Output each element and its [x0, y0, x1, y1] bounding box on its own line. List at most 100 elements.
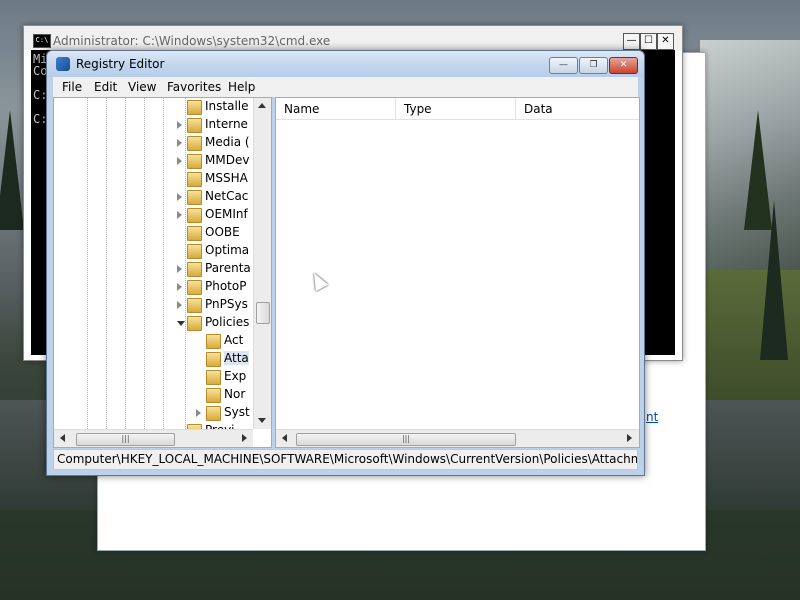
- cmd-maximize-button[interactable]: ☐: [640, 33, 657, 50]
- menu-file[interactable]: File: [62, 80, 82, 94]
- tree-node[interactable]: Policies: [54, 314, 253, 332]
- tree-node-label: Optima: [205, 243, 250, 257]
- scroll-down-arrow-icon[interactable]: [258, 418, 266, 423]
- scroll-up-arrow-icon[interactable]: [258, 103, 266, 108]
- folder-icon: [206, 370, 221, 385]
- tree-collapsed-arrow-icon[interactable]: [177, 283, 182, 291]
- folder-icon: [187, 118, 202, 133]
- regedit-titlebar[interactable]: Registry Editor — ❐ ✕: [47, 51, 644, 77]
- folder-icon: [187, 190, 202, 205]
- regedit-app-icon: [56, 57, 70, 71]
- tree-node[interactable]: Optima: [54, 242, 253, 260]
- tree-node[interactable]: Syst: [54, 404, 253, 422]
- scroll-left-arrow-icon[interactable]: [282, 434, 287, 442]
- scroll-left-arrow-icon[interactable]: [60, 434, 65, 442]
- tree-node[interactable]: Nor: [54, 386, 253, 404]
- values-horizontal-scrollbar[interactable]: |||: [276, 429, 639, 447]
- dialog-link[interactable]: nt: [646, 410, 658, 424]
- tree-vertical-scroll-thumb[interactable]: [256, 302, 270, 324]
- column-header-type[interactable]: Type: [396, 98, 516, 120]
- folder-icon: [187, 208, 202, 223]
- tree-expanded-arrow-icon[interactable]: [177, 321, 185, 326]
- tree-collapsed-arrow-icon[interactable]: [177, 211, 182, 219]
- tree-node[interactable]: NetCac: [54, 188, 253, 206]
- background-tree: [760, 200, 788, 360]
- background-tree: [0, 110, 24, 230]
- tree-node[interactable]: OOBE: [54, 224, 253, 242]
- regedit-maximize-button[interactable]: ❐: [579, 57, 608, 74]
- tree-collapsed-arrow-icon[interactable]: [196, 409, 201, 417]
- menu-view[interactable]: View: [128, 80, 156, 94]
- tree-node[interactable]: Parenta: [54, 260, 253, 278]
- tree-node-label: Interne: [205, 117, 248, 131]
- tree-horizontal-scrollbar[interactable]: |||: [54, 429, 253, 447]
- cmd-close-button[interactable]: ✕: [657, 33, 674, 50]
- tree-node[interactable]: Atta: [54, 350, 253, 368]
- registry-tree-pane[interactable]: Installe Interne Media ( MMDev MSSHA NetCac OE…: [53, 97, 272, 448]
- tree-collapsed-arrow-icon[interactable]: [177, 157, 182, 165]
- folder-icon: [187, 262, 202, 277]
- tree-node-label: Media (: [205, 135, 250, 149]
- regedit-window-title: Registry Editor: [76, 57, 165, 71]
- status-bar-path: Computer\HKEY_LOCAL_MACHINE\SOFTWARE\Mic…: [53, 449, 638, 470]
- tree-node-label: Syst: [224, 405, 250, 419]
- tree-collapsed-arrow-icon[interactable]: [177, 301, 182, 309]
- folder-icon: [187, 172, 202, 187]
- folder-icon: [206, 388, 221, 403]
- cmd-app-icon: C:\: [33, 34, 51, 48]
- values-horizontal-scroll-thumb[interactable]: |||: [296, 433, 516, 446]
- menu-favorites[interactable]: Favorites: [167, 80, 221, 94]
- folder-icon: [187, 298, 202, 313]
- tree-node-label: Policies: [205, 315, 250, 329]
- tree-node-label: Parenta: [205, 261, 251, 275]
- tree-node-label: NetCac: [205, 189, 249, 203]
- folder-icon: [206, 406, 221, 421]
- menu-bar: File Edit View Favorites Help: [53, 77, 638, 97]
- tree-collapsed-arrow-icon[interactable]: [177, 139, 182, 147]
- tree-vertical-scrollbar[interactable]: [253, 98, 271, 429]
- tree-node-label: MMDev: [205, 153, 250, 167]
- scroll-right-arrow-icon[interactable]: [242, 434, 247, 442]
- tree-node-label: Atta: [224, 351, 249, 365]
- column-header-data[interactable]: Data: [516, 98, 639, 120]
- tree-node-label: OEMInf: [205, 207, 248, 221]
- tree-node[interactable]: MSSHA: [54, 170, 253, 188]
- folder-icon: [187, 244, 202, 259]
- tree-node[interactable]: Act: [54, 332, 253, 350]
- folder-icon: [187, 280, 202, 295]
- tree-node[interactable]: Interne: [54, 116, 253, 134]
- registry-editor-window[interactable]: Registry Editor — ❐ ✕ File Edit View Fav…: [46, 50, 645, 476]
- tree-node-label: Nor: [224, 387, 246, 401]
- regedit-close-button[interactable]: ✕: [609, 57, 638, 74]
- tree-collapsed-arrow-icon[interactable]: [177, 121, 182, 129]
- registry-values-pane[interactable]: Name Type Data |||: [275, 97, 640, 448]
- tree-node[interactable]: PnPSys: [54, 296, 253, 314]
- menu-help[interactable]: Help: [228, 80, 255, 94]
- tree-node-label: Installe: [205, 99, 249, 113]
- folder-icon: [187, 226, 202, 241]
- tree-collapsed-arrow-icon[interactable]: [177, 265, 182, 273]
- cmd-titlebar[interactable]: C:\ Administrator: C:\Windows\system32\c…: [24, 26, 682, 50]
- tree-node[interactable]: OEMInf: [54, 206, 253, 224]
- folder-icon: [187, 316, 202, 331]
- tree-node[interactable]: PhotoP: [54, 278, 253, 296]
- tree-node[interactable]: MMDev: [54, 152, 253, 170]
- tree-node-label: Act: [224, 333, 244, 347]
- menu-edit[interactable]: Edit: [94, 80, 117, 94]
- scroll-right-arrow-icon[interactable]: [627, 434, 632, 442]
- tree-node-label: PnPSys: [205, 297, 248, 311]
- tree-node[interactable]: Media (: [54, 134, 253, 152]
- cmd-window-title: Administrator: C:\Windows\system32\cmd.e…: [53, 34, 331, 48]
- tree-node-label: Exp: [224, 369, 247, 383]
- folder-icon: [206, 352, 221, 367]
- folder-icon: [187, 136, 202, 151]
- tree-node[interactable]: Exp: [54, 368, 253, 386]
- regedit-minimize-button[interactable]: —: [549, 57, 578, 74]
- cmd-minimize-button[interactable]: —: [623, 33, 640, 50]
- tree-horizontal-scroll-thumb[interactable]: |||: [76, 433, 175, 446]
- tree-node-label: OOBE: [205, 225, 240, 239]
- column-header-name[interactable]: Name: [276, 98, 396, 120]
- tree-node[interactable]: Installe: [54, 98, 253, 116]
- tree-collapsed-arrow-icon[interactable]: [177, 193, 182, 201]
- tree-node-label: MSSHA: [205, 171, 248, 185]
